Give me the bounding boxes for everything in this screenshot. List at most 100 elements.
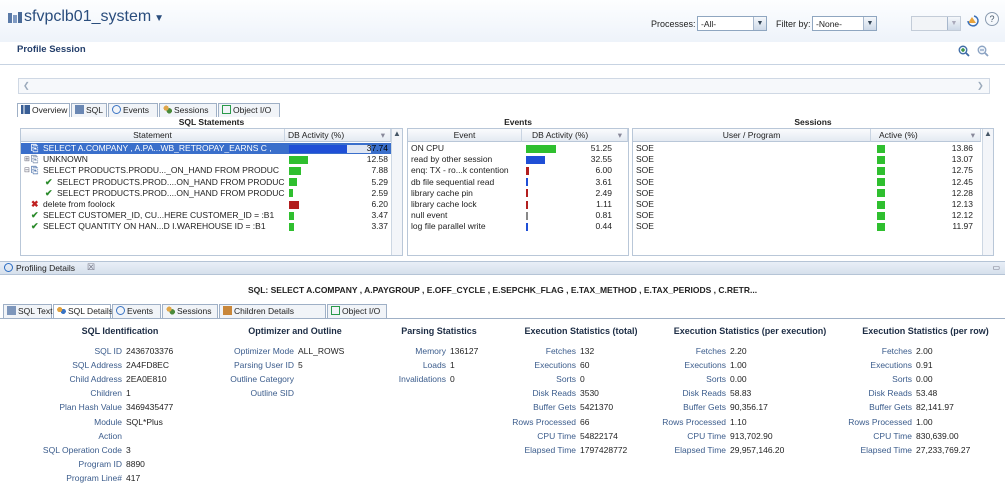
instance-selector[interactable]: sfvpclb01_system ▼	[24, 8, 164, 26]
table-row[interactable]: SOE 13.86	[633, 143, 982, 154]
statement-text: SELECT A.COMPANY , A.PA...WB_RETROPAY_EA…	[43, 143, 272, 153]
activity-value: 32.55	[590, 154, 612, 165]
col-label: DB Activity (%)	[288, 130, 345, 140]
overview-icon	[21, 105, 30, 114]
activity-value: 37.74	[366, 143, 388, 153]
activity-value: 51.25	[590, 143, 612, 153]
tab-children-details[interactable]: Children Details	[219, 304, 326, 318]
table-row[interactable]: SOE 12.45	[633, 177, 982, 188]
sort-icon: ▾	[380, 130, 385, 140]
sessions-grid[interactable]: User / Program Active (%) ▾ ▲ SOE 13.86 SOE…	[632, 128, 994, 256]
detail-value: 1.00	[730, 360, 747, 371]
events-grid[interactable]: Event DB Activity (%) ▾ ON CPU 51.25 read b…	[407, 128, 629, 256]
users-icon	[163, 105, 172, 114]
col-db-activity[interactable]: DB Activity (%) ▾	[522, 129, 628, 142]
filter-label: Filter by:	[776, 19, 811, 29]
close-icon[interactable]: ☒	[87, 262, 95, 273]
table-row[interactable]: ✔ SELECT PRODUCTS.PROD....ON_HAND FROM PR…	[21, 188, 391, 199]
table-row[interactable]: log file parallel write 0.44	[408, 221, 628, 232]
expand-icon[interactable]: ⊟	[24, 165, 30, 176]
sql-details-icon	[57, 306, 66, 315]
table-row[interactable]: ✔ SELECT CUSTOMER_ID, CU...HERE CUSTOMER_…	[21, 210, 391, 221]
table-row[interactable]: SOE 11.97	[633, 221, 982, 232]
tab-sessions[interactable]: Sessions	[159, 103, 217, 117]
table-row[interactable]: ON CPU 51.25	[408, 143, 628, 154]
detail-label: CPU Time	[687, 430, 726, 441]
table-row[interactable]: db file sequential read 3.61	[408, 177, 628, 188]
table-row[interactable]: ⊞ ⎘ UNKNOWN 12.58	[21, 154, 391, 165]
tab-sql-details[interactable]: SQL Details	[53, 304, 113, 318]
minimize-icon[interactable]: ▭	[992, 263, 1000, 272]
error-icon: ✖	[31, 199, 39, 209]
zoom-in-icon[interactable]	[958, 45, 970, 57]
table-row[interactable]: SOE 12.13	[633, 199, 982, 210]
section-parsing-statistics: Parsing Statistics	[401, 326, 477, 336]
tab-sql[interactable]: SQL	[71, 103, 107, 117]
tab-sql-text[interactable]: SQL Text	[3, 304, 53, 318]
filter-select[interactable]: -None- ▼	[812, 16, 877, 31]
detail-label: Fetches	[545, 346, 576, 356]
table-row[interactable]: SOE 12.28	[633, 188, 982, 199]
col-statement[interactable]: Statement	[21, 129, 285, 142]
activity-bar	[877, 144, 885, 153]
table-row[interactable]: read by other session 32.55	[408, 154, 628, 165]
scroll-up-icon[interactable]: ▲	[392, 129, 402, 138]
detail-value: 3469435477	[126, 402, 174, 413]
timeline-scrollbar[interactable]: ❮ ❯	[18, 78, 990, 94]
sql-statements-grid[interactable]: Statement DB Activity (%) ▾ ▲ ⎘ SELECT A.C…	[20, 128, 403, 256]
sessions-vscroll[interactable]: ▲	[982, 129, 993, 255]
table-row[interactable]: ⎘ SELECT A.COMPANY , A.PA...WB_RETROPAY_E…	[21, 143, 391, 155]
detail-label: Rows Processed	[512, 416, 576, 427]
activity-bar	[877, 178, 885, 187]
table-row[interactable]: null event 0.81	[408, 210, 628, 221]
table-row[interactable]: ✔ SELECT QUANTITY ON HAN...D I.WAREHOUSE …	[21, 221, 391, 232]
tab-overview[interactable]: Overview	[17, 103, 70, 117]
detail-value: 66	[580, 416, 590, 427]
col-event[interactable]: Event	[408, 129, 522, 142]
activity-bar	[526, 155, 545, 164]
table-row[interactable]: enq: TX - ro...k contention 6.00	[408, 165, 628, 176]
table-row[interactable]: library cache pin 2.49	[408, 188, 628, 199]
sql-statements-title: SQL Statements	[178, 117, 245, 127]
scroll-left-icon[interactable]: ❮	[23, 81, 33, 91]
expand-icon[interactable]: ⊞	[24, 154, 30, 165]
table-row[interactable]: ✖ delete from foolock 6.20	[21, 199, 391, 210]
refresh-icon[interactable]	[965, 14, 979, 28]
detail-label: Fetches	[695, 346, 726, 356]
table-row[interactable]: SOE 12.12	[633, 210, 982, 221]
activity-value: 0.81	[595, 210, 612, 221]
activity-bar	[289, 189, 293, 198]
scroll-up-icon[interactable]: ▲	[983, 129, 993, 138]
table-row[interactable]: SOE 13.07	[633, 154, 982, 165]
help-icon[interactable]: ?	[985, 12, 999, 26]
processes-select[interactable]: -All- ▼	[697, 16, 767, 31]
table-row[interactable]: library cache lock 1.11	[408, 199, 628, 210]
detail-label: Executions	[534, 360, 576, 371]
detail-value: 0.00	[730, 374, 747, 385]
table-row[interactable]: ✔ SELECT PRODUCTS.PROD....ON_HAND FROM PR…	[21, 177, 391, 188]
profile-session-title: Profile Session	[17, 44, 86, 55]
table-row[interactable]: ⊟ ⎘ SELECT PRODUCTS.PRODU..._ON_HAND FROM …	[21, 165, 391, 176]
tab-events[interactable]: Events	[108, 103, 158, 117]
detail-label: Sorts	[556, 374, 576, 385]
detail-label: Elapsed Time	[674, 444, 727, 455]
detail-value: 3	[126, 444, 131, 455]
profiling-details-title[interactable]: Profiling Details	[16, 263, 75, 273]
tab-object-io[interactable]: Object I/O	[218, 103, 280, 117]
sql-vscroll[interactable]: ▲	[391, 129, 402, 255]
sql-statement-icon: ⎘	[31, 165, 39, 176]
tab-label: Sessions	[174, 105, 209, 115]
tab-events-detail[interactable]: Events	[112, 304, 161, 318]
col-db-activity[interactable]: DB Activity (%) ▾	[285, 129, 391, 142]
zoom-out-icon[interactable]	[977, 45, 989, 57]
col-user-program[interactable]: User / Program	[633, 129, 871, 142]
tab-object-io-detail[interactable]: Object I/O	[327, 304, 387, 318]
detail-label: Optimizer Mode	[234, 346, 294, 356]
table-row[interactable]: SOE 12.75	[633, 165, 982, 176]
tab-sessions-detail[interactable]: Sessions	[162, 304, 218, 318]
detail-label: Child Address	[69, 374, 122, 385]
scroll-right-icon[interactable]: ❯	[977, 81, 987, 91]
col-active[interactable]: Active (%) ▾	[871, 129, 981, 142]
event-name: null event	[411, 210, 448, 221]
activity-value: 5.29	[371, 176, 388, 187]
